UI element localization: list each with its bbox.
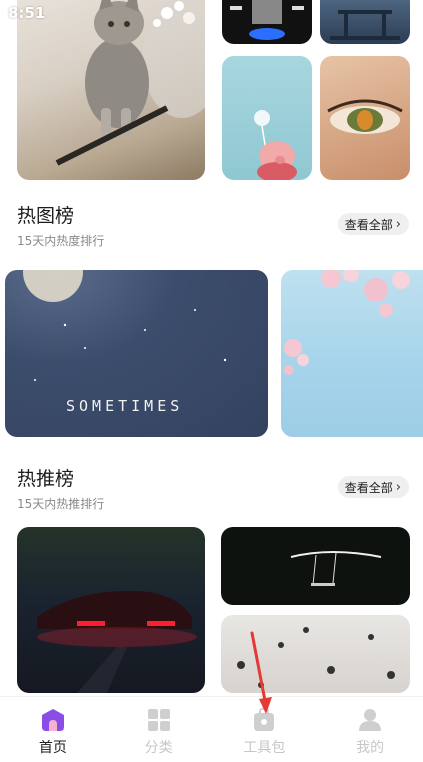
toolbox-icon — [251, 707, 277, 733]
wallpaper-cat[interactable] — [17, 0, 205, 180]
grid-icon — [146, 707, 172, 733]
wallpaper-dark-robot[interactable] — [222, 0, 312, 44]
nav-category[interactable]: 分类 — [106, 697, 212, 762]
section-subtitle-hot-images: 15天内热度排行 — [17, 234, 105, 248]
nav-toolbox[interactable]: 工具包 — [212, 697, 318, 762]
view-all-label: 查看全部 — [344, 217, 393, 232]
wallpaper-cherry-blossom[interactable] — [281, 270, 423, 437]
wallpaper-anime-eye[interactable] — [320, 56, 410, 180]
section-title-hot-recommend: 热推榜 — [17, 468, 75, 490]
wallpaper-swing[interactable] — [221, 527, 410, 605]
view-all-hot-images-button[interactable]: 查看全部 › — [337, 213, 409, 235]
nav-profile-label: 我的 — [356, 740, 385, 756]
nav-profile[interactable]: 我的 — [317, 697, 423, 762]
home-icon — [40, 707, 66, 733]
section-title-hot-images: 热图榜 — [17, 205, 75, 227]
wallpaper-caption: SOMETIMES — [66, 397, 184, 415]
app-screen: 8:51 热图榜 15天内热度排行 查看全部 › SOMETIMES 热推榜 1… — [0, 0, 423, 762]
section-subtitle-hot-recommend: 15天内热推排行 — [17, 497, 105, 511]
nav-home-label: 首页 — [38, 740, 67, 756]
bottom-navigation: 首页 分类 工具包 我的 — [0, 696, 423, 762]
wallpaper-sometimes[interactable]: SOMETIMES — [5, 270, 268, 437]
wallpaper-pig[interactable] — [222, 56, 312, 180]
wallpaper-red-car[interactable] — [17, 527, 205, 693]
view-all-hot-recommend-button[interactable]: 查看全部 › — [337, 476, 409, 498]
chevron-right-icon: › — [395, 216, 401, 232]
status-bar-time: 8:51 — [8, 4, 46, 22]
chevron-right-icon: › — [395, 479, 401, 495]
nav-toolbox-label: 工具包 — [243, 740, 286, 756]
view-all-label: 查看全部 — [344, 480, 393, 495]
wallpaper-torii[interactable] — [320, 0, 410, 44]
wallpaper-dalmatians[interactable] — [221, 615, 410, 693]
nav-home[interactable]: 首页 — [0, 697, 106, 762]
nav-category-label: 分类 — [144, 740, 173, 756]
profile-icon — [357, 707, 383, 733]
